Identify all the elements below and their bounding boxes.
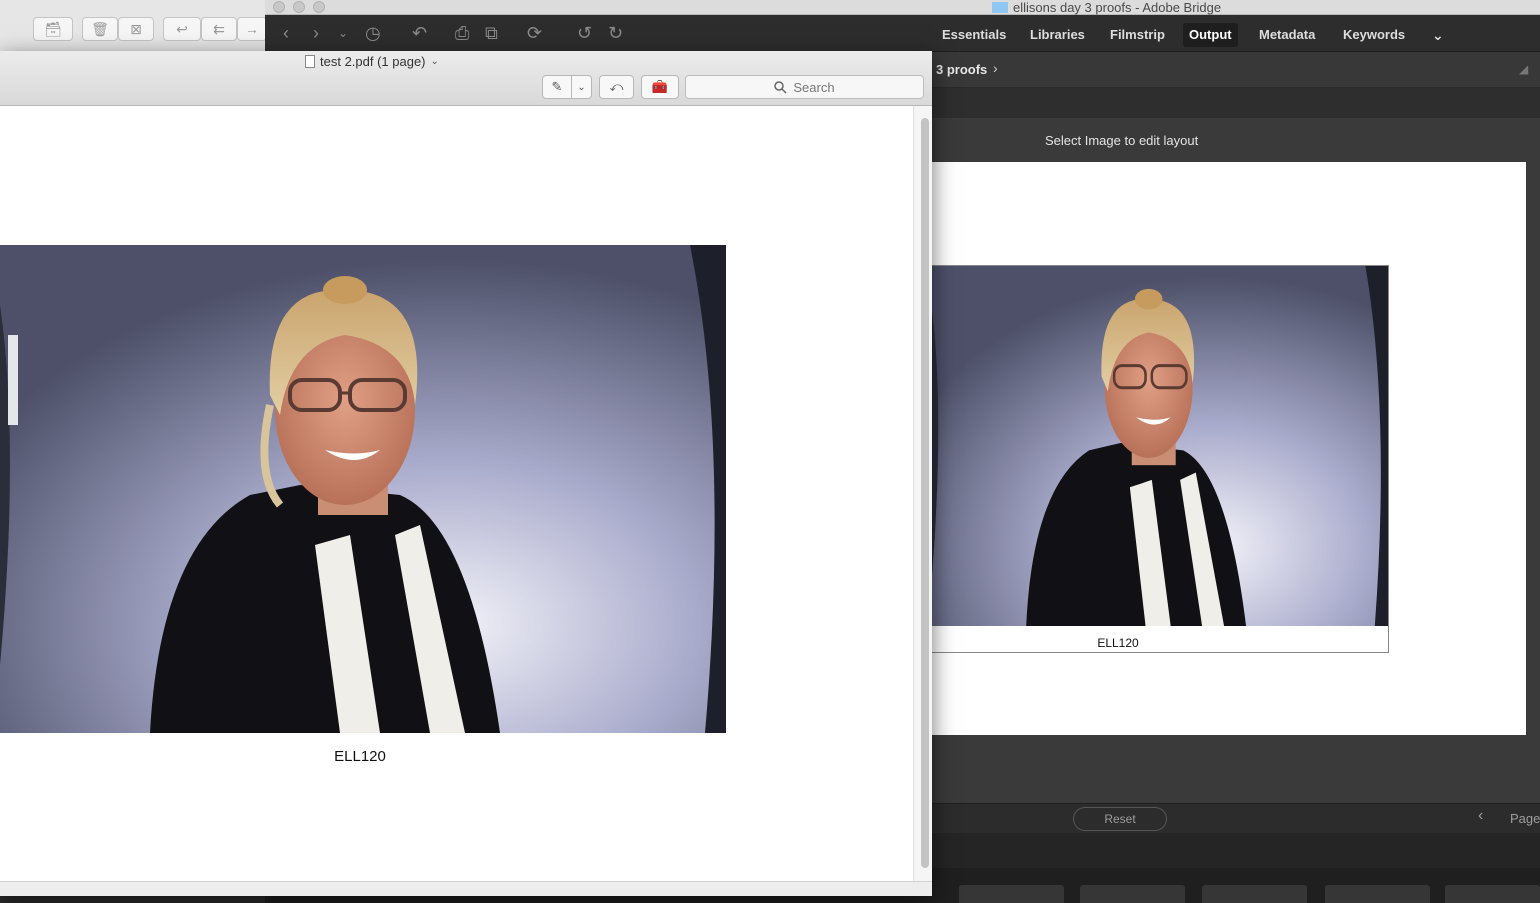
vertical-scrollbar[interactable]	[913, 106, 932, 881]
preview-bottom-edge	[0, 881, 932, 896]
forward-button[interactable]: →	[237, 17, 267, 41]
rotate-left-icon[interactable]: ↺	[577, 22, 592, 44]
filmstrip-thumbnail[interactable]	[1325, 885, 1430, 903]
toolbox-icon: 🧰	[651, 79, 669, 94]
camera-icon[interactable]: ⎙	[455, 22, 469, 44]
pdf-caption: ELL120	[334, 748, 386, 765]
proof-image-cell[interactable]: ELL120	[932, 265, 1389, 653]
bridge-toolbar: ‹ › ⌄ ◷ ↶ ⎙ ⧉ ⟳ ↺ ↻ Essentials Libraries…	[265, 15, 1540, 52]
workspace-menu-chevron-icon[interactable]: ⌄	[1426, 23, 1450, 47]
rotate-right-icon[interactable]: ↻	[608, 22, 623, 44]
tab-keywords[interactable]: Keywords	[1337, 23, 1411, 47]
tab-metadata[interactable]: Metadata	[1253, 23, 1321, 47]
forward-nav-icon[interactable]: ›	[313, 22, 319, 44]
forward-icon: →	[245, 21, 259, 37]
pdf-document-icon	[305, 55, 315, 68]
archive-button[interactable]: 🗃	[33, 17, 73, 41]
markup-pen-button[interactable]: ✎	[542, 75, 572, 99]
archive-icon: 🗃	[44, 20, 62, 37]
zoom-window-button[interactable]	[313, 1, 325, 13]
back-icon[interactable]: ‹	[283, 22, 289, 44]
pdf-photo	[0, 245, 726, 733]
tab-essentials[interactable]: Essentials	[936, 23, 1012, 47]
chevron-right-icon: ›	[993, 60, 998, 76]
chevron-down-icon: ⌄	[430, 56, 439, 67]
search-input[interactable]: Search	[685, 75, 924, 99]
rotate-icon: ⤺	[609, 79, 624, 94]
pdf-page: ELL120	[0, 106, 913, 881]
search-icon	[774, 80, 787, 94]
junk-button[interactable]: ⊠	[118, 17, 154, 41]
path-item-folder[interactable]: 3 proofs	[936, 62, 987, 77]
open-in-camera-raw-icon[interactable]: ⟳	[527, 22, 542, 44]
mail-toolbar: 🗃 🗑 ⊠ ↩ ⇇ →	[0, 0, 267, 52]
tab-output[interactable]: Output	[1183, 23, 1238, 47]
filmstrip-thumbnail[interactable]	[1202, 885, 1307, 903]
bridge-titlebar: ellisons day 3 proofs - Adobe Bridge	[265, 0, 1540, 15]
tab-libraries[interactable]: Libraries	[1024, 23, 1091, 47]
search-placeholder: Search	[793, 79, 835, 95]
filmstrip-thumbnail[interactable]	[959, 885, 1064, 903]
previous-page-icon[interactable]: ‹	[1478, 807, 1483, 825]
markup-menu-button[interactable]: ⌄	[571, 75, 592, 99]
trash-button[interactable]: 🗑	[82, 17, 118, 41]
preview-window: test 2.pdf (1 page) ⌄ ✎ ⌄ ⤺ 🧰 Search ELL…	[0, 51, 932, 896]
chevron-down-icon: ⌄	[577, 81, 586, 93]
page-label: Page	[1510, 811, 1540, 826]
preview-toolbar: test 2.pdf (1 page) ⌄ ✎ ⌄ ⤺ 🧰 Search	[0, 51, 932, 106]
tab-filmstrip[interactable]: Filmstrip	[1104, 23, 1171, 47]
proof-caption: ELL120	[1097, 636, 1139, 650]
bridge-window-title: ellisons day 3 proofs - Adobe Bridge	[992, 0, 1222, 15]
proof-page: ELL120	[932, 162, 1526, 735]
scrollbar-thumb[interactable]	[921, 118, 929, 868]
preview-document-title[interactable]: test 2.pdf (1 page) ⌄	[305, 54, 439, 69]
rotate-button[interactable]: ⤺	[599, 75, 634, 99]
proof-photo	[932, 266, 1388, 626]
chevron-down-icon[interactable]: ⌄	[338, 22, 348, 44]
filmstrip-thumbnail[interactable]	[1080, 885, 1185, 903]
minimize-window-button[interactable]	[293, 1, 305, 13]
markup-toolbox-button[interactable]: 🧰	[641, 75, 679, 99]
trash-icon: 🗑	[91, 20, 109, 37]
junk-icon: ⊠	[130, 20, 142, 37]
layout-hint: Select Image to edit layout	[1045, 133, 1199, 148]
reply-button[interactable]: ↩	[163, 17, 201, 41]
reply-icon: ↩	[176, 20, 188, 37]
bridge-window-title-text: ellisons day 3 proofs - Adobe Bridge	[1013, 0, 1222, 15]
folder-icon	[992, 1, 1008, 13]
resize-grip-icon: ◢	[1519, 62, 1529, 76]
refine-icon[interactable]: ⧉	[485, 22, 498, 44]
boomerang-icon[interactable]: ↶	[412, 22, 427, 44]
reply-all-button[interactable]: ⇇	[201, 17, 237, 41]
reply-all-icon: ⇇	[213, 20, 225, 37]
reset-button[interactable]: Reset	[1073, 807, 1167, 831]
recent-icon[interactable]: ◷	[365, 22, 381, 44]
filmstrip-thumbnail[interactable]	[1445, 885, 1540, 903]
pen-icon: ✎	[551, 79, 563, 94]
close-window-button[interactable]	[273, 1, 285, 13]
document-title-text: test 2.pdf (1 page)	[320, 54, 426, 69]
